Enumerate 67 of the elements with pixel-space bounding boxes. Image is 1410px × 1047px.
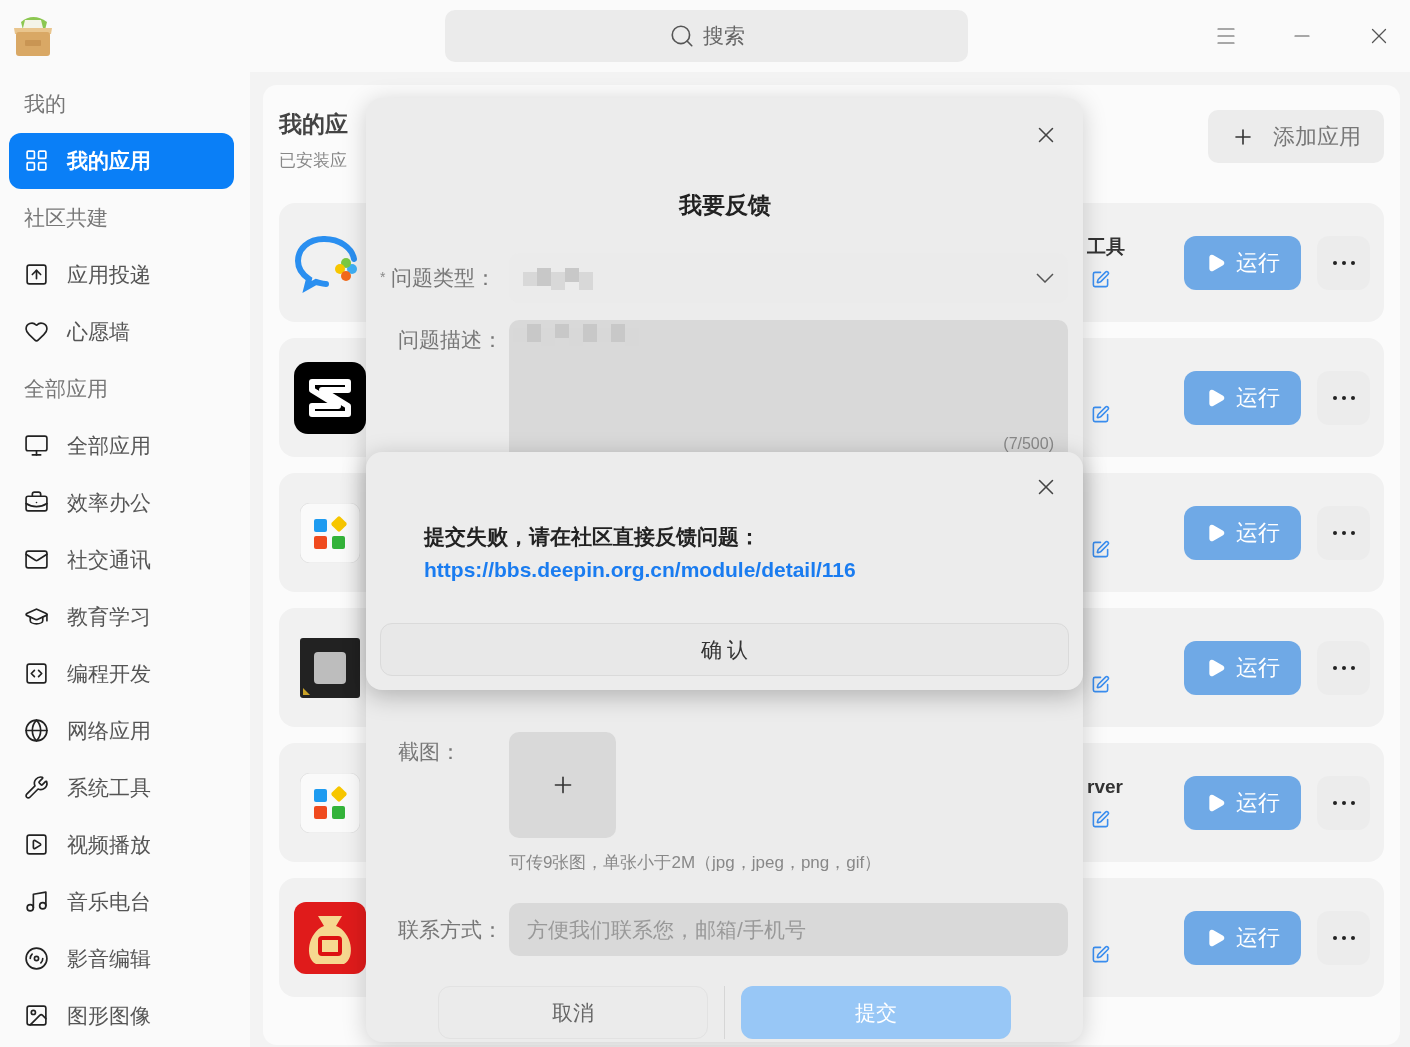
cancel-button[interactable]: 取消 (438, 986, 708, 1039)
search-field[interactable]: 搜索 (445, 10, 968, 62)
sidebar-item[interactable]: 编程开发 (9, 645, 234, 702)
add-app-button[interactable]: 添加应用 (1208, 110, 1384, 163)
image-icon (24, 1003, 49, 1028)
edit-icon[interactable] (1091, 539, 1110, 559)
play-square-icon (24, 832, 49, 857)
field-label: 问题描述： (398, 327, 503, 351)
required-mark: * (380, 268, 386, 287)
sidebar-section-title: 我的 (24, 90, 66, 117)
page-title: 我的应 (279, 110, 348, 139)
character-counter: (7/500) (1003, 435, 1054, 452)
music-note-icon (24, 889, 49, 914)
sidebar-item[interactable]: 全部应用 (9, 417, 234, 474)
app-name: rver (1087, 776, 1124, 796)
field-label: 联系方式： (398, 917, 503, 941)
sidebar-item[interactable]: 视频播放 (9, 816, 234, 873)
sidebar-item[interactable]: 教育学习 (9, 588, 234, 645)
ellipsis-icon (1332, 935, 1355, 940)
grid-icon (24, 148, 49, 173)
lucky-bag-icon (294, 901, 366, 974)
app-store-icon (300, 772, 360, 833)
edit-icon[interactable] (1091, 809, 1110, 829)
sidebar-item[interactable]: 效率办公 (9, 474, 234, 531)
page-subtitle: 已安装应 (279, 149, 348, 172)
app-name: 工具 (1087, 236, 1126, 256)
confirm-button[interactable]: 确 认 (380, 623, 1069, 676)
sidebar-item[interactable]: 系统工具 (9, 759, 234, 816)
sidebar-item[interactable]: 我的应用 (9, 132, 234, 189)
ellipsis-icon (1332, 260, 1355, 265)
briefcase-icon (24, 490, 49, 515)
chip-icon (300, 637, 360, 698)
field-label: 问题类型： (391, 264, 497, 291)
globe-icon (24, 718, 49, 743)
sidebar-item[interactable]: 音乐电台 (9, 873, 234, 930)
ellipsis-icon (1332, 800, 1355, 805)
sidebar-item[interactable]: 社交通讯 (9, 531, 234, 588)
edit-icon[interactable] (1091, 404, 1110, 424)
box-logo-icon (11, 14, 55, 58)
wrench-icon (24, 775, 49, 800)
edit-icon[interactable] (1091, 944, 1110, 964)
crossed-loop-icon (294, 361, 366, 434)
monitor-icon (24, 433, 49, 458)
dialog-title: 我要反馈 (678, 192, 771, 218)
edit-icon[interactable] (1091, 269, 1110, 289)
ellipsis-icon (1332, 530, 1355, 535)
app-store-icon (300, 502, 360, 563)
sidebar-section-title: 全部应用 (24, 375, 108, 402)
code-icon (24, 661, 49, 686)
error-message: 提交失败，请在社区直接反馈问题： https://bbs.deepin.org.cn/module/detail/116 (422, 524, 857, 583)
ellipsis-icon (1332, 395, 1355, 400)
sidebar-item[interactable]: 网络应用 (9, 702, 234, 759)
heart-icon (24, 319, 49, 344)
sidebar-item[interactable]: 影音编辑 (9, 930, 234, 987)
sidebar-item[interactable]: 图形图像 (9, 987, 234, 1044)
disc-icon (24, 946, 49, 971)
sidebar-item[interactable]: 应用投递 (9, 246, 234, 303)
mail-icon (24, 547, 49, 572)
upload-box-icon (24, 262, 49, 287)
chevron-down-icon (1036, 272, 1054, 283)
ellipsis-icon (1332, 665, 1355, 670)
sidebar-section-title: 社区共建 (24, 204, 108, 231)
upload-hint: 可传9张图，单张小于2M（jpg，jpeg，png，gif） (509, 851, 882, 874)
contact-input[interactable]: 方便我们联系您，邮箱/手机号 (509, 903, 1068, 956)
field-label: 截图： (398, 739, 461, 763)
sidebar-item[interactable]: 心愿墙 (9, 303, 234, 360)
edit-icon[interactable] (1091, 674, 1110, 694)
